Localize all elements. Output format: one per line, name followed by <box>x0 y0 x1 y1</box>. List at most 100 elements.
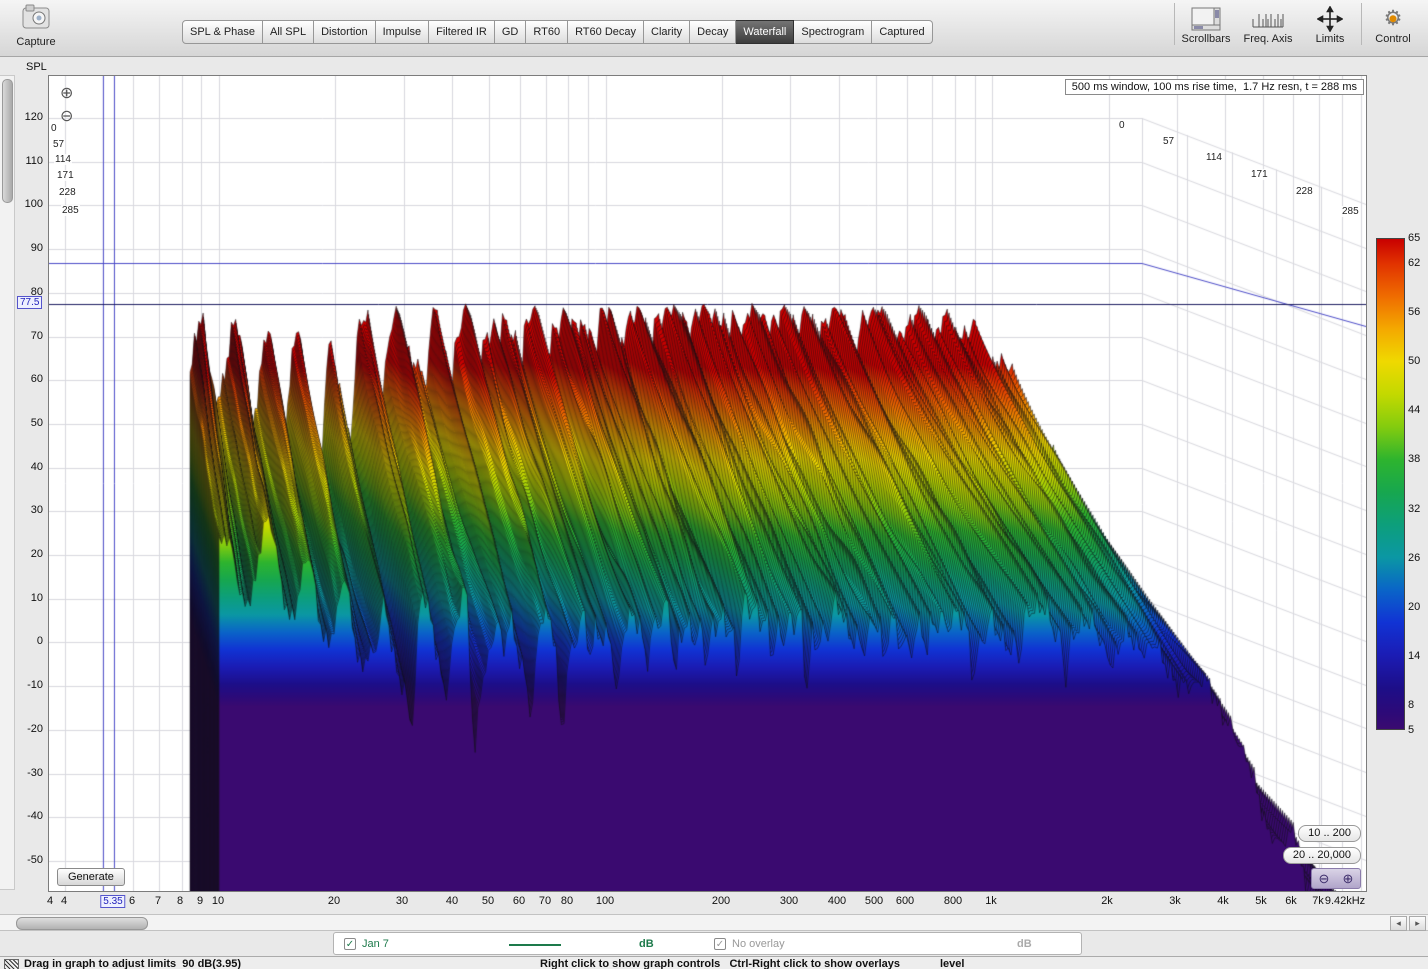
widget-zoom-in-icon[interactable]: ⊕ <box>1343 871 1354 887</box>
freq-tick-30: 30 <box>396 895 408 907</box>
vertical-scrollbar[interactable] <box>0 75 15 890</box>
waterfall-plot[interactable]: ⊕ ⊖ 500 ms window, 100 ms rise time, 1.7… <box>48 75 1367 892</box>
colorbar-tick-65: 65 <box>1408 232 1420 244</box>
generate-button[interactable]: Generate <box>57 868 125 886</box>
zoom-out-button[interactable]: ⊖ <box>60 109 73 124</box>
tab-all-spl[interactable]: All SPL <box>263 20 314 44</box>
tab-gd[interactable]: GD <box>495 20 527 44</box>
freq-tick-20: 20 <box>328 895 340 907</box>
waterfall-canvas[interactable] <box>49 76 1366 891</box>
tab-spectrogram[interactable]: Spectrogram <box>794 20 872 44</box>
freq-tick-7k: 7k <box>1312 895 1324 907</box>
cursor-frequency-label: 5.35 <box>100 895 125 908</box>
spl-tick--30: -30 <box>16 767 43 779</box>
toolbar: Capture SPL & PhaseAll SPLDistortionImpu… <box>0 0 1428 57</box>
tab-spl-phase[interactable]: SPL & Phase <box>182 20 263 44</box>
freq-tick-500: 500 <box>865 895 883 907</box>
spl-tick-70: 70 <box>16 330 43 342</box>
tab-waterfall[interactable]: Waterfall <box>736 20 794 44</box>
spl-tick--40: -40 <box>16 810 43 822</box>
tab-filtered-ir[interactable]: Filtered IR <box>429 20 495 44</box>
zoom-in-button[interactable]: ⊕ <box>60 86 73 101</box>
colorbar-tick-62: 62 <box>1408 257 1420 269</box>
freq-tick-5k: 5k <box>1255 895 1267 907</box>
colorbar-tick-8: 8 <box>1408 699 1414 711</box>
scroll-left-button[interactable]: ◂ <box>1390 916 1407 931</box>
spl-tick-30: 30 <box>16 504 43 516</box>
spl-tick--50: -50 <box>16 854 43 866</box>
freq-tick-60: 60 <box>513 895 525 907</box>
freq-tick-80: 80 <box>561 895 573 907</box>
measurement-name[interactable]: Jan 7 <box>362 938 389 950</box>
zoom-widget[interactable]: ⊖ ⊕ <box>1311 868 1361 889</box>
freq-tick-50: 50 <box>482 895 494 907</box>
cursor-level-label: 77.5 <box>17 296 42 309</box>
spl-tick-50: 50 <box>16 417 43 429</box>
tab-impulse[interactable]: Impulse <box>376 20 430 44</box>
tab-decay[interactable]: Decay <box>690 20 736 44</box>
overlay-label[interactable]: No overlay <box>732 938 785 950</box>
colorbar-tick-44: 44 <box>1408 404 1420 416</box>
spl-tick-90: 90 <box>16 242 43 254</box>
tab-rt60[interactable]: RT60 <box>526 20 568 44</box>
scroll-right-button[interactable]: ▸ <box>1409 916 1426 931</box>
time-label-right-57: 57 <box>1162 136 1175 147</box>
measurement-unit: dB <box>639 938 654 950</box>
status-right-text: level <box>940 958 964 969</box>
time-label-left-0: 0 <box>50 123 58 134</box>
freq-tick-7: 7 <box>155 895 161 907</box>
time-label-right-171: 171 <box>1250 169 1269 180</box>
overlay-checkbox[interactable]: ✓ <box>714 938 726 950</box>
time-label-left-228: 228 <box>58 187 77 198</box>
window-info-text: 500 ms window, 100 ms rise time, 1.7 Hz … <box>1065 79 1364 95</box>
horizontal-scrollbar-thumb[interactable] <box>16 917 148 930</box>
time-label-right-114: 114 <box>1205 152 1223 163</box>
spl-tick-0: 0 <box>16 635 43 647</box>
colorbar-tick-5: 5 <box>1408 724 1414 736</box>
colorbar-tick-50: 50 <box>1408 355 1420 367</box>
tab-clarity[interactable]: Clarity <box>644 20 690 44</box>
freq-tick-100: 100 <box>596 895 614 907</box>
rew-window: Capture SPL & PhaseAll SPLDistortionImpu… <box>0 0 1428 969</box>
tool-limits[interactable]: Limits <box>1299 3 1361 45</box>
overlay-unit: dB <box>1017 938 1032 950</box>
tool-label: Freq. Axis <box>1237 33 1299 45</box>
freq-tick-800: 800 <box>944 895 962 907</box>
gear-icon: ⚙ <box>1362 5 1424 33</box>
spl-tick-10: 10 <box>16 592 43 604</box>
time-label-right-285: 285 <box>1341 206 1360 217</box>
level-colorbar <box>1376 238 1405 730</box>
tab-rt60-decay[interactable]: RT60 Decay <box>568 20 644 44</box>
tool-control[interactable]: ⚙Control <box>1361 3 1424 45</box>
colorbar-tick-38: 38 <box>1408 453 1420 465</box>
spl-tick-100: 100 <box>16 198 43 210</box>
tool-freq-axis[interactable]: Freq. Axis <box>1237 3 1299 45</box>
measurement-trace-swatch <box>509 944 561 946</box>
tab-captured[interactable]: Captured <box>872 20 932 44</box>
colorbar-tick-14: 14 <box>1408 650 1420 662</box>
measurement-checkbox[interactable]: ✓ <box>344 938 356 950</box>
time-label-left-114: 114 <box>54 154 72 165</box>
horizontal-scrollbar[interactable]: ◂ ▸ <box>0 914 1428 931</box>
time-label-right-0: 0 <box>1118 120 1126 131</box>
capture-button[interactable]: Capture <box>10 4 62 48</box>
vertical-scrollbar-thumb[interactable] <box>2 79 13 203</box>
tab-distortion[interactable]: Distortion <box>314 20 375 44</box>
spl-tick-120: 120 <box>16 111 43 123</box>
freq-tick-6: 6 <box>129 895 135 907</box>
tool-label: Scrollbars <box>1175 33 1237 45</box>
tool-label: Control <box>1362 33 1424 45</box>
graph-tabs: SPL & PhaseAll SPLDistortionImpulseFilte… <box>182 20 933 44</box>
range-button-20-20000[interactable]: 20 .. 20,000 <box>1283 847 1361 864</box>
freq-axis-icon <box>1237 5 1299 33</box>
widget-zoom-out-icon[interactable]: ⊖ <box>1319 871 1330 887</box>
range-button-10-200[interactable]: 10 .. 200 <box>1298 825 1361 842</box>
gear-center-dot <box>1390 15 1397 22</box>
colorbar-tick-20: 20 <box>1408 601 1420 613</box>
spl-tick-20: 20 <box>16 548 43 560</box>
spl-tick--10: -10 <box>16 679 43 691</box>
status-icon <box>4 959 19 969</box>
time-label-left-171: 171 <box>56 170 75 181</box>
colorbar-tick-26: 26 <box>1408 552 1420 564</box>
tool-scrollbars[interactable]: Scrollbars <box>1174 3 1237 45</box>
